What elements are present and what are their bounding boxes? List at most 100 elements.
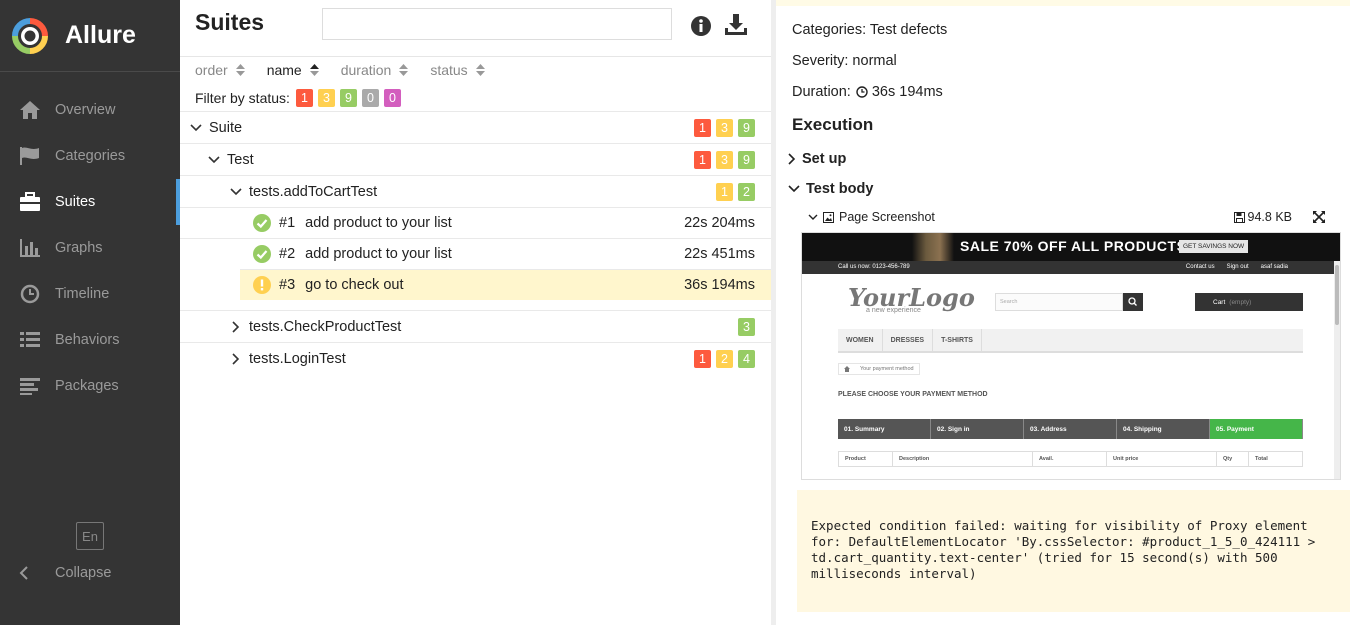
count-failed: 1 [694, 350, 711, 368]
count-broken: 3 [716, 151, 733, 169]
sort-icon [235, 64, 245, 76]
filter-passed[interactable]: 9 [339, 89, 357, 107]
sort-duration[interactable]: duration [341, 62, 409, 78]
flag-icon [18, 144, 42, 168]
table-header: Qty [1217, 452, 1249, 466]
count-passed: 2 [738, 183, 755, 201]
count-passed: 4 [738, 350, 755, 368]
attachment-size-value: 94.8 KB [1247, 210, 1292, 224]
detail-top-strip [776, 0, 1350, 6]
filter-broken[interactable]: 3 [317, 89, 335, 107]
filter-unknown[interactable]: 0 [383, 89, 401, 107]
clock-icon [856, 86, 868, 98]
test-case-row[interactable]: #2 add product to your list 22s 451ms [180, 238, 771, 269]
info-icon[interactable] [689, 14, 713, 38]
chevron-left-icon [19, 566, 28, 580]
top-links: Contact us Sign out asaf sadia [1174, 264, 1288, 270]
sidebar-item-label: Overview [55, 102, 116, 118]
tree-node-check-product-test[interactable]: tests.CheckProductTest 3 [180, 310, 771, 342]
shop-logo-tagline: a new experience [866, 307, 921, 314]
test-body-step[interactable]: Test body [788, 181, 873, 197]
node-counts: 1 3 9 [689, 119, 755, 137]
attachment-row[interactable]: Page Screenshot 94.8 KB [808, 208, 1328, 226]
search-input[interactable] [322, 8, 672, 40]
banner-text: SALE 70% OFF ALL PRODUCTS [960, 238, 1187, 254]
screenshot-top-strip: Call us now: 0123-456-789 Contact us Sig… [802, 261, 1340, 274]
table-header: Description [893, 452, 1033, 466]
chevron-right-icon [229, 320, 243, 334]
checkout-step: 04. Shipping [1117, 419, 1210, 439]
tree-node-test[interactable]: Test 1 3 9 [180, 143, 771, 175]
clock-icon [18, 282, 42, 306]
sidebar-item-behaviors[interactable]: Behaviors [0, 317, 180, 363]
sidebar-item-graphs[interactable]: Graphs [0, 225, 180, 271]
count-broken: 1 [716, 183, 733, 201]
filter-skipped[interactable]: 0 [361, 89, 379, 107]
cart-label: Cart [1213, 298, 1226, 306]
sidebar-item-packages[interactable]: Packages [0, 363, 180, 409]
shop-menu: WOMEN DRESSES T-SHIRTS [838, 329, 1303, 353]
status-filter: Filter by status: 1 3 9 0 0 [195, 89, 406, 107]
screenshot-scrollbar [1334, 261, 1340, 479]
sort-status[interactable]: status [430, 62, 485, 78]
menu-item: T-SHIRTS [933, 329, 982, 351]
expand-icon[interactable] [1312, 210, 1326, 224]
test-number: #2 [279, 246, 296, 262]
test-detail-pane: Categories: Test defects Severity: norma… [776, 0, 1350, 625]
sidebar-item-overview[interactable]: Overview [0, 87, 180, 133]
sidebar-item-label: Packages [55, 378, 119, 394]
image-file-icon [823, 211, 834, 223]
test-name: go to check out [305, 277, 404, 293]
setup-step[interactable]: Set up [788, 151, 846, 167]
attachment-name: Page Screenshot [839, 210, 935, 224]
broken-status-icon [253, 276, 271, 294]
sort-icon [399, 64, 409, 76]
top-link: asaf sadia [1260, 264, 1288, 270]
chevron-down-icon [229, 185, 243, 199]
test-case-row-selected[interactable]: #3 go to check out 36s 194ms [240, 269, 771, 300]
sidebar-item-categories[interactable]: Categories [0, 133, 180, 179]
tree-node-suite[interactable]: Suite 1 3 9 [180, 111, 771, 143]
node-counts: 1 2 4 [689, 350, 755, 368]
categories-info: Categories: Test defects [792, 22, 948, 38]
collapse-button[interactable]: Collapse [18, 561, 111, 585]
table-header: Product [839, 452, 893, 466]
checkout-step: 02. Sign in [931, 419, 1024, 439]
node-name: Suite [209, 119, 243, 136]
brand[interactable]: Allure [0, 0, 180, 72]
screenshot-banner: SALE 70% OFF ALL PRODUCTS GET SAVINGS NO… [802, 233, 1340, 261]
sort-icon [309, 64, 319, 76]
language-switch[interactable]: En [76, 522, 104, 550]
table-header: Avail. [1033, 452, 1107, 466]
shop-breadcrumb: Your payment method [838, 363, 920, 375]
test-number: #3 [279, 277, 296, 293]
sort-name[interactable]: name [267, 62, 319, 78]
sidebar: Allure Overview Categories Suites Graphs… [0, 0, 180, 625]
shop-cart: Cart (empty) [1195, 293, 1303, 311]
node-name: tests.CheckProductTest [249, 318, 402, 335]
sidebar-item-suites[interactable]: Suites [0, 179, 180, 225]
test-case-row[interactable]: #1 add product to your list 22s 204ms [180, 207, 771, 238]
cart-sub: (empty) [1229, 298, 1252, 306]
sidebar-item-label: Suites [55, 194, 96, 210]
error-message: Expected condition failed: waiting for v… [797, 490, 1350, 612]
passed-status-icon [253, 245, 271, 263]
save-icon [1233, 211, 1245, 223]
count-broken: 3 [716, 119, 733, 137]
count-passed: 3 [738, 318, 755, 336]
tree-node-add-to-cart-test[interactable]: tests.addToCartTest 1 2 [180, 175, 771, 207]
download-icon[interactable] [724, 13, 748, 37]
sort-order[interactable]: order [195, 62, 245, 78]
table-header: Unit price [1107, 452, 1217, 466]
count-broken: 2 [716, 350, 733, 368]
filter-label: Filter by status: [195, 90, 290, 106]
filter-failed[interactable]: 1 [295, 89, 313, 107]
checkout-step-current: 05. Payment [1210, 419, 1303, 439]
home-icon [844, 366, 850, 372]
node-counts: 3 [733, 318, 755, 336]
sidebar-item-label: Categories [55, 148, 126, 164]
test-name: add product to your list [305, 215, 452, 231]
tree-node-login-test[interactable]: tests.LoginTest 1 2 4 [180, 342, 771, 374]
sidebar-item-timeline[interactable]: Timeline [0, 271, 180, 317]
step-label: Test body [806, 181, 874, 197]
